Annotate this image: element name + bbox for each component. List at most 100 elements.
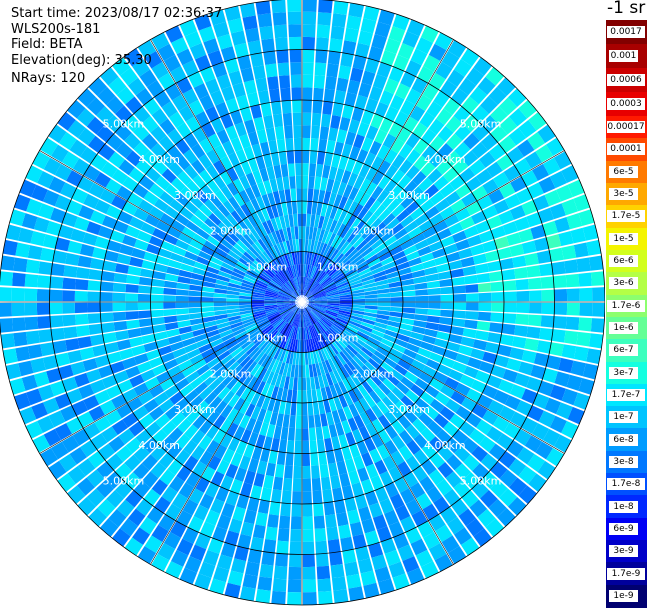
ray-gate-cell <box>269 88 281 103</box>
ray-gate-cell <box>188 302 202 308</box>
colorbar-tick-label: 3e-7 <box>609 366 638 379</box>
ray-gate-cell <box>302 352 306 366</box>
ray-gate-cell <box>265 63 278 78</box>
ray-gate-cell <box>311 112 322 127</box>
ray-gate-cell <box>578 317 592 332</box>
ray-gate-cell <box>318 590 333 605</box>
ray-gate-cell <box>267 76 279 90</box>
ray-gate-cell <box>302 541 315 555</box>
ray-gate-cell <box>75 278 89 291</box>
ray-gate-cell <box>487 332 502 344</box>
ray-gate-cell <box>150 294 164 302</box>
ray-gate-cell <box>339 116 351 132</box>
ray-gate-cell <box>365 298 378 302</box>
ray-gate-cell <box>129 256 144 268</box>
ray-gate-cell <box>524 252 539 266</box>
ray-gate-cell <box>201 302 214 307</box>
ray-gate-cell <box>491 302 504 312</box>
ray-gate-cell <box>338 65 352 80</box>
ray-gate-cell <box>415 302 429 309</box>
ray-gate-cell <box>541 302 555 315</box>
ray-gate-cell <box>251 299 265 302</box>
ray-gate-cell <box>326 450 336 465</box>
ray-gate-cell <box>302 579 317 593</box>
ray-gate-cell <box>512 255 527 268</box>
ray-gate-cell <box>247 497 260 512</box>
ray-gate-cell <box>302 213 307 227</box>
ray-gate-cell <box>302 377 307 391</box>
ray-gate-cell <box>289 415 296 429</box>
ray-gate-cell <box>415 295 429 302</box>
ray-gate-cell <box>293 465 302 479</box>
ray-gate-cell <box>389 291 403 298</box>
ray-gate-cell <box>477 282 492 293</box>
ray-gate-cell <box>464 319 478 330</box>
ray-gate-cell <box>36 302 50 316</box>
ray-gate-cell <box>352 298 366 302</box>
ray-gate-cell <box>307 402 314 416</box>
ray-gate-cell <box>291 87 302 101</box>
ray-gate-cell <box>440 294 454 302</box>
ray-gate-cell <box>302 528 314 542</box>
ray-gate-cell <box>450 268 465 278</box>
ray-gate-cell <box>329 551 343 566</box>
ray-gate-cell <box>87 291 101 302</box>
ray-gate-cell <box>528 290 542 302</box>
ray-gate-cell <box>280 502 291 517</box>
ray-gate-cell <box>573 242 589 258</box>
ray-gate-cell <box>302 24 316 38</box>
ray-gate-cell <box>291 503 302 517</box>
ray-gate-cell <box>0 271 14 286</box>
ray-gate-cell <box>452 310 466 319</box>
ray-gate-cell <box>476 272 491 283</box>
ray-gate-cell <box>125 302 139 311</box>
ray-gate-cell <box>90 258 105 270</box>
ray-gate-cell <box>250 536 264 552</box>
ray-gate-cell <box>268 450 278 465</box>
range-ring-label: 3.00km <box>174 189 216 202</box>
ray-gate-cell <box>138 276 153 286</box>
ray-gate-cell <box>341 485 354 500</box>
ray-gate-cell <box>528 277 542 290</box>
ray-gate-cell <box>323 88 335 103</box>
ray-gate-cell <box>280 87 291 102</box>
ray-gate-cell <box>0 255 16 271</box>
ray-gate-cell <box>485 341 500 354</box>
ray-gate-cell <box>50 263 65 277</box>
range-ring-label: 5.00km <box>103 475 145 488</box>
ray-gate-cell <box>452 285 466 294</box>
ray-gate-cell <box>536 340 552 354</box>
ray-gate-cell <box>414 282 428 290</box>
ray-gate-cell <box>302 238 306 252</box>
ray-gate-cell <box>100 292 113 302</box>
ray-gate-cell <box>261 551 275 566</box>
ray-gate-cell <box>293 137 302 151</box>
ray-gate-cell <box>321 476 332 491</box>
range-ring-label: 1.00km <box>317 260 359 273</box>
ray-gate-cell <box>502 280 517 291</box>
ray-gate-cell <box>272 578 287 592</box>
ray-gate-cell <box>276 540 289 555</box>
ray-gate-cell <box>138 285 152 294</box>
ray-gate-cell <box>344 497 357 512</box>
ray-gate-cell <box>271 0 286 14</box>
azimuth-spokes <box>0 0 605 605</box>
ray-gate-cell <box>514 267 528 279</box>
ray-gate-cell <box>460 256 475 268</box>
ray-gate-cell <box>462 328 477 339</box>
ray-gate-cell <box>24 273 39 288</box>
ray-gate-cell <box>267 514 279 528</box>
ray-gate-cell <box>306 377 311 391</box>
ray-gate-cell <box>322 489 333 503</box>
ray-gate-cell <box>414 314 428 322</box>
ray-gate-cell <box>201 297 214 302</box>
ray-gate-cell <box>40 247 55 262</box>
ray-gate-cell <box>563 330 579 345</box>
ray-gate-cell <box>79 347 95 361</box>
ray-gate-cell <box>272 12 287 26</box>
ray-gate-cell <box>377 293 391 298</box>
ray-gate-cell <box>298 365 302 378</box>
ray-gate-cell <box>576 331 591 347</box>
ray-gate-cell <box>590 271 605 286</box>
ray-gate-cell <box>273 565 288 580</box>
